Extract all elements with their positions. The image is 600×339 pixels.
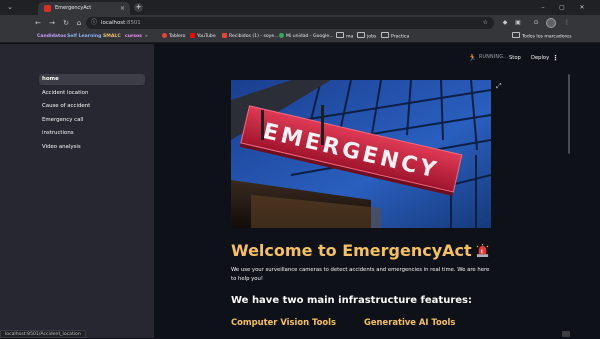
scrollbar[interactable]: [566, 44, 572, 338]
profile-avatar[interactable]: [546, 18, 556, 28]
bookmark-mi-unidad[interactable]: Mi unidad - Google...: [279, 32, 334, 42]
bookmark-folder-jobs[interactable]: jobs: [357, 32, 376, 42]
reload-icon[interactable]: ↻: [61, 18, 71, 28]
bookmark-smalc[interactable]: SMALC: [100, 32, 124, 42]
running-man-icon: 🏃: [468, 54, 477, 62]
forward-icon[interactable]: →: [47, 18, 57, 28]
back-icon[interactable]: ←: [33, 18, 43, 28]
site-info-icon[interactable]: ⓘ: [91, 18, 97, 28]
bookmark-folder-practica[interactable]: Practica: [381, 32, 409, 42]
bookmark-cursos[interactable]: cursos: [122, 32, 145, 42]
fullscreen-icon[interactable]: ⤢: [496, 82, 502, 90]
bookmarks-bar: Candidatos Self Learning SMALC cursos » …: [0, 31, 600, 43]
youtube-icon: [190, 32, 195, 38]
sidebar-item-emergency-call[interactable]: Emergency call: [39, 115, 145, 126]
home-icon[interactable]: ⌂: [74, 18, 84, 28]
gmail-icon: [222, 32, 227, 38]
favicon-icon: [44, 5, 51, 12]
extensions-puzzle-icon[interactable]: ▣: [513, 18, 523, 28]
maximize-button[interactable]: ▢: [555, 2, 569, 13]
bookmark-tablero[interactable]: Tablero: [162, 32, 185, 42]
sidebar-item-cause-of-accident[interactable]: Cause of accident: [39, 101, 145, 112]
bookmark-youtube[interactable]: YouTube: [190, 32, 216, 42]
browser-menu-icon[interactable]: ⋮: [562, 18, 572, 28]
features-heading: We have two main infrastructure features…: [231, 295, 472, 306]
sidebar: home Accident location Cause of accident…: [0, 44, 154, 338]
tab-title: EmergencyAct: [55, 5, 92, 11]
url-text: localhost:8501: [101, 20, 141, 26]
bookmark-star-icon[interactable]: ☆: [483, 18, 488, 28]
bookmark-self-learning[interactable]: Self Learning: [64, 32, 104, 42]
sidebar-item-accident-location[interactable]: Accident location: [39, 88, 145, 99]
app-area: home Accident location Cause of accident…: [0, 44, 600, 338]
bookmark-recibidos[interactable]: Recibidos (1) - soye...: [222, 32, 279, 42]
page-title: Welcome to EmergencyAct: [231, 240, 489, 262]
browser-toolbar: ← → ↻ ⌂ ⓘ localhost:8501 ☆ ◆ ▣ ⊙ ⋮: [0, 15, 600, 31]
feature-heading-computer-vision: Computer Vision Tools: [231, 317, 336, 327]
browser-window: ⌄ EmergencyAct × + – ▢ ✕ ← → ↻ ⌂ ⓘ local…: [0, 0, 600, 338]
scrollbar-thumb[interactable]: [568, 74, 570, 154]
download-icon[interactable]: ⊙: [531, 18, 541, 28]
feature-heading-generative-ai: Generative AI Tools: [364, 317, 456, 327]
tab-strip: ⌄ EmergencyAct × + – ▢ ✕: [0, 0, 600, 15]
address-bar[interactable]: ⓘ localhost:8501 ☆: [86, 17, 494, 29]
app-header: 🏃 RUNNING... Stop Deploy ⋮: [154, 44, 600, 72]
bookmarks-overflow-icon[interactable]: »: [145, 32, 148, 42]
drive-icon: [279, 32, 284, 38]
bookmark-folder-ma[interactable]: ma: [336, 32, 353, 42]
intro-text: We use your surveillance cameras to dete…: [231, 267, 490, 282]
close-window-button[interactable]: ✕: [575, 2, 589, 13]
minimize-button[interactable]: –: [536, 2, 550, 13]
browser-tab[interactable]: EmergencyAct ×: [38, 2, 130, 15]
resize-handle-icon[interactable]: [562, 331, 570, 337]
stop-button[interactable]: Stop: [509, 53, 521, 63]
new-tab-button[interactable]: +: [134, 3, 143, 12]
sidebar-item-home[interactable]: home: [39, 74, 145, 85]
bookmark-folder-all[interactable]: Todos los marcadores: [512, 32, 572, 42]
main-menu-icon[interactable]: ⋮: [552, 53, 559, 63]
sidebar-item-instructions[interactable]: instructions: [39, 128, 145, 139]
link-status-bar: localhost:8501/Accident_location: [0, 330, 86, 338]
deploy-button[interactable]: Deploy: [531, 53, 549, 63]
close-tab-icon[interactable]: ×: [120, 4, 125, 13]
emergency-sign-illustration: EMERGENCY: [231, 80, 491, 228]
sidebar-item-video-analysis[interactable]: Video analysis: [39, 142, 145, 153]
hero-image: EMERGENCY: [231, 80, 491, 228]
extension-icon[interactable]: ◆: [500, 18, 510, 28]
tablero-icon: [162, 32, 167, 38]
siren-icon: [476, 244, 489, 257]
tab-search-icon[interactable]: ⌄: [5, 3, 15, 12]
running-status: RUNNING...: [479, 55, 509, 60]
